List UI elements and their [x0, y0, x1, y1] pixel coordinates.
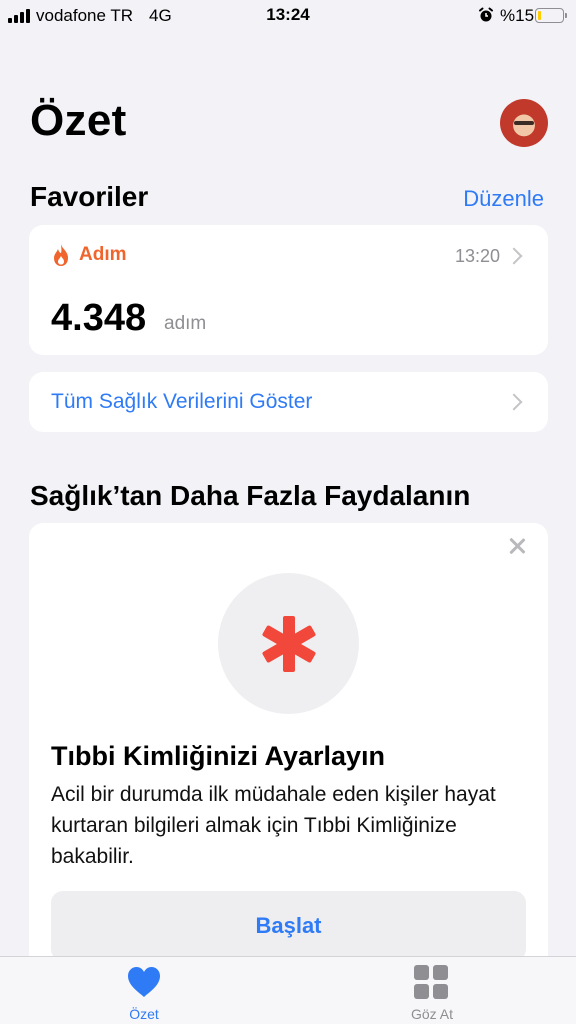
profile-avatar[interactable]	[500, 99, 548, 147]
medical-id-card: Tıbbi Kimliğinizi Ayarlayın Acil bir dur…	[29, 523, 548, 983]
battery-icon	[535, 8, 567, 23]
battery-percent: %15	[500, 6, 535, 25]
tab-summary-label: Özet	[129, 1006, 159, 1022]
tab-bar: Özet Göz At	[0, 956, 576, 1024]
steps-unit: adım	[164, 313, 207, 334]
tab-browse[interactable]: Göz At	[362, 957, 502, 1024]
chevron-right-icon	[505, 393, 523, 411]
steps-value: 4.348	[51, 297, 147, 339]
more-section-title: Sağlık’tan Daha Fazla Faydalanın	[30, 480, 471, 511]
tab-summary[interactable]: Özet	[74, 957, 214, 1024]
show-all-health-data-row[interactable]: Tüm Sağlık Verilerini Göster	[29, 372, 548, 432]
start-button[interactable]: Başlat	[51, 891, 526, 961]
steps-card[interactable]: Adım 13:20 4.348 adım	[29, 225, 548, 355]
chevron-right-icon	[505, 247, 523, 265]
battery-level	[538, 11, 541, 20]
grid-icon	[414, 965, 450, 999]
flame-icon	[54, 244, 68, 266]
steps-label: Adım	[79, 244, 127, 265]
medical-id-description: Acil bir durumda ilk müdahale eden kişil…	[51, 783, 496, 868]
medical-id-title: Tıbbi Kimliğinizi Ayarlayın	[51, 741, 386, 771]
show-all-label: Tüm Sağlık Verilerini Göster	[51, 390, 313, 413]
tab-browse-label: Göz At	[410, 1006, 454, 1022]
close-icon[interactable]	[508, 537, 526, 555]
page-title: Özet	[30, 96, 127, 145]
alarm-clock-icon	[479, 7, 493, 22]
steps-time: 13:20	[454, 246, 500, 266]
edit-button[interactable]: Düzenle	[463, 186, 544, 212]
status-bar: vodafone TR 4G 13:24 %15	[0, 0, 576, 32]
medical-asterisk-icon	[262, 616, 316, 672]
medical-id-badge	[218, 573, 359, 714]
favorites-title: Favoriler	[30, 181, 149, 212]
heart-icon	[128, 967, 160, 997]
